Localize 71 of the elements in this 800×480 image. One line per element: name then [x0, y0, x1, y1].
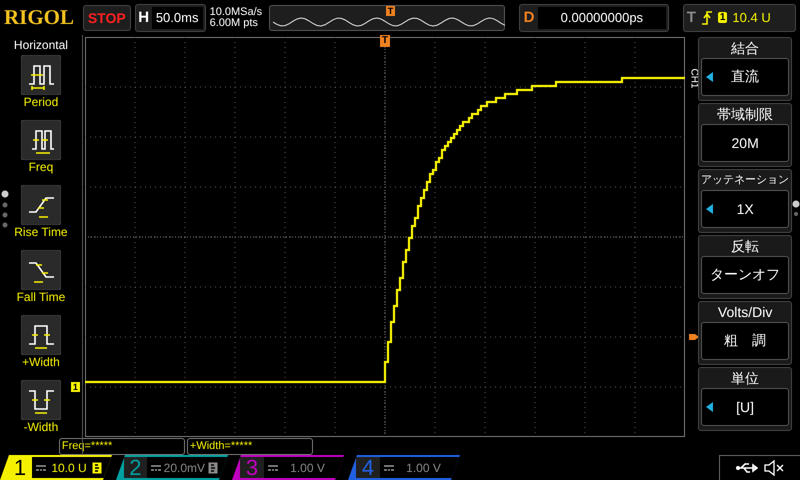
usb-icon	[736, 462, 758, 474]
channel-tab[interactable]: 1 10.0 U	[0, 455, 112, 480]
trigger-level: 10.4 U	[732, 10, 771, 25]
rigol-logo: RIGOL	[4, 5, 76, 30]
softkey-title: アッテネーション	[701, 173, 790, 188]
trigger-level-marker[interactable]	[688, 332, 699, 342]
measure-button[interactable]	[20, 315, 61, 355]
measure-label: Period	[24, 95, 58, 109]
dc-coupling-icon	[268, 464, 278, 470]
trigger-marker[interactable]: T	[380, 35, 390, 47]
timebase-label: H	[137, 9, 150, 26]
channel-scale: 1.00 V	[405, 460, 442, 474]
measure-button[interactable]	[20, 55, 61, 95]
measurement-readout: +Width=*****	[186, 438, 313, 455]
channel-tab[interactable]: 3 1.00 V	[232, 455, 344, 480]
softkey-value: ターンオフ	[710, 266, 780, 284]
softkey-panel[interactable]: 帯域制限 20M	[698, 103, 792, 167]
measure-button[interactable]	[20, 185, 61, 225]
measure-label: Rise Time	[14, 225, 68, 239]
trigger-source: 1	[718, 12, 728, 23]
rising-edge-icon	[700, 10, 713, 26]
channel-tab[interactable]: 2 20.0mV	[116, 455, 228, 480]
channel-number: 3	[240, 457, 264, 478]
trigger-label: T	[686, 9, 696, 26]
softkey-title: 単位	[731, 369, 760, 388]
measure-label: +Width	[22, 355, 60, 369]
memory-depth: 6.00M pts	[210, 18, 259, 28]
softkey-value: [U]	[736, 399, 754, 415]
softkey-value: 粗 調	[724, 332, 766, 350]
channel-number: 4	[356, 457, 380, 478]
channel-scale: 1.00 V	[289, 460, 326, 474]
measure-label: Fall Time	[16, 290, 66, 304]
delay-box[interactable]: D 0.00000000ps	[519, 4, 669, 32]
measure-label: -Width	[24, 420, 58, 434]
timebase-box[interactable]: H 50.0ms	[134, 4, 206, 32]
softkey-title: 結合	[731, 39, 760, 58]
dc-coupling-icon	[150, 464, 161, 470]
sample-rate: 10.0MSa/s	[210, 6, 264, 18]
dc-coupling-icon	[36, 464, 46, 470]
channel-scale: 20.0mV	[164, 460, 205, 474]
speaker-muted-icon	[764, 460, 784, 476]
trigger-position-marker: T	[386, 6, 396, 16]
softkey-panel[interactable]: 反転 ターンオフ	[698, 235, 792, 299]
softkey-title: Volts/Div	[718, 303, 772, 322]
measure-button[interactable]	[20, 120, 61, 160]
softkey-value: 直流	[731, 68, 760, 86]
delay-label: D	[522, 9, 536, 26]
measure-button[interactable]	[20, 250, 61, 290]
softkey-panel[interactable]: アッテネーション 1X	[698, 169, 792, 233]
softkey-panel[interactable]: 結合 直流	[698, 37, 792, 101]
channel-tab[interactable]: 4 1.00 V	[348, 455, 460, 480]
softkey-value: 1X	[736, 201, 754, 217]
measure-button[interactable]	[20, 380, 61, 420]
trigger-box[interactable]: T 1 10.4 U	[682, 4, 796, 32]
measurement-readout: Freq=*****	[58, 438, 185, 455]
softkey-value: 20M	[732, 135, 759, 151]
channel-number: 1	[12, 454, 28, 480]
run-stop-status[interactable]: STOP	[82, 4, 131, 30]
menu-title: Horizontal	[14, 38, 68, 52]
channel-number: 2	[124, 457, 147, 478]
channel-marker[interactable]: 1	[70, 382, 80, 392]
softkey-title: 反転	[731, 237, 760, 256]
channel-scale: 10.0 U	[50, 460, 88, 474]
delay-value: 0.00000000ps	[538, 6, 666, 28]
softkey-title: 帯域制限	[717, 105, 774, 124]
timebase-value: 50.0ms	[152, 6, 203, 28]
softkey-panel[interactable]: Volts/Div 粗 調	[698, 301, 792, 365]
softkey-panel[interactable]: 単位 [U]	[698, 367, 792, 431]
measure-label: Freq	[28, 160, 54, 174]
dc-coupling-icon	[384, 464, 394, 470]
page-dots-icon	[1, 190, 9, 230]
